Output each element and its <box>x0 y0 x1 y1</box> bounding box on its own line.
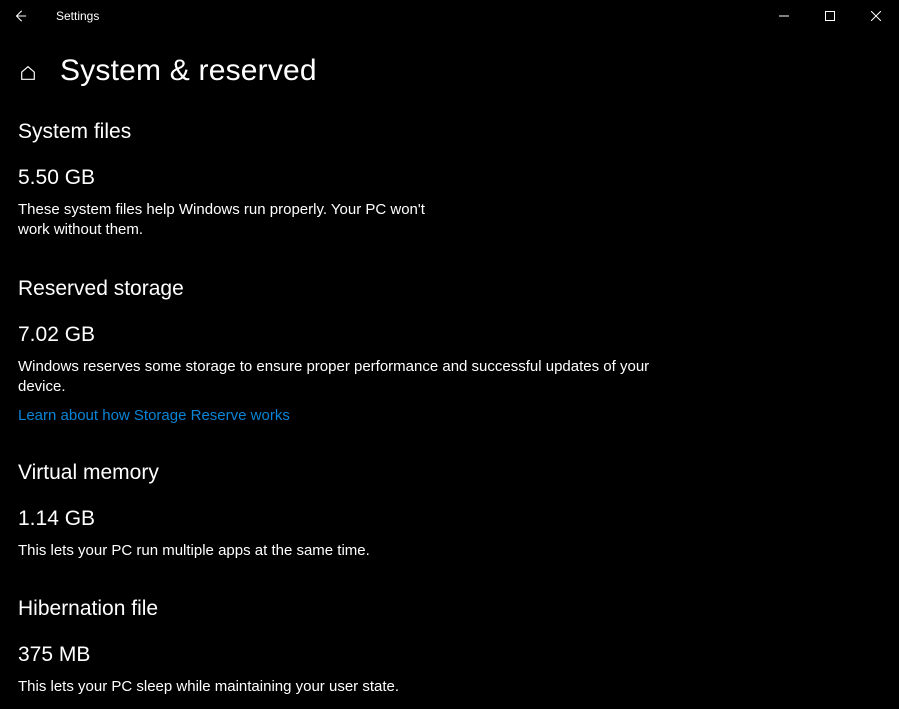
content-area: System files 5.50 GB These system files … <box>0 88 899 698</box>
home-button[interactable] <box>18 63 38 83</box>
reserved-storage-description: Windows reserves some storage to ensure … <box>18 357 678 398</box>
back-button[interactable] <box>0 0 40 32</box>
reserved-storage-heading: Reserved storage <box>18 277 881 301</box>
reserved-storage-size: 7.02 GB <box>18 323 881 347</box>
virtual-memory-section: Virtual memory 1.14 GB This lets your PC… <box>18 461 881 561</box>
page-title: System & reserved <box>60 54 317 88</box>
system-files-size: 5.50 GB <box>18 166 881 190</box>
close-icon <box>871 11 881 21</box>
maximize-icon <box>825 11 835 21</box>
page-header: System & reserved <box>0 32 899 88</box>
storage-reserve-link[interactable]: Learn about how Storage Reserve works <box>18 407 290 424</box>
system-files-section: System files 5.50 GB These system files … <box>18 120 881 241</box>
titlebar: Settings <box>0 0 899 32</box>
close-button[interactable] <box>853 0 899 32</box>
home-icon <box>19 64 37 82</box>
window-controls <box>761 0 899 32</box>
hibernation-file-size: 375 MB <box>18 643 881 667</box>
minimize-button[interactable] <box>761 0 807 32</box>
virtual-memory-heading: Virtual memory <box>18 461 881 485</box>
maximize-button[interactable] <box>807 0 853 32</box>
system-files-description: These system files help Windows run prop… <box>18 200 438 241</box>
reserved-storage-section: Reserved storage 7.02 GB Windows reserve… <box>18 277 881 426</box>
hibernation-file-section: Hibernation file 375 MB This lets your P… <box>18 597 881 697</box>
app-title: Settings <box>56 9 99 23</box>
minimize-icon <box>779 11 789 21</box>
arrow-left-icon <box>13 9 27 23</box>
virtual-memory-description: This lets your PC run multiple apps at t… <box>18 541 678 561</box>
virtual-memory-size: 1.14 GB <box>18 507 881 531</box>
system-files-heading: System files <box>18 120 881 144</box>
hibernation-file-heading: Hibernation file <box>18 597 881 621</box>
hibernation-file-description: This lets your PC sleep while maintainin… <box>18 677 678 697</box>
